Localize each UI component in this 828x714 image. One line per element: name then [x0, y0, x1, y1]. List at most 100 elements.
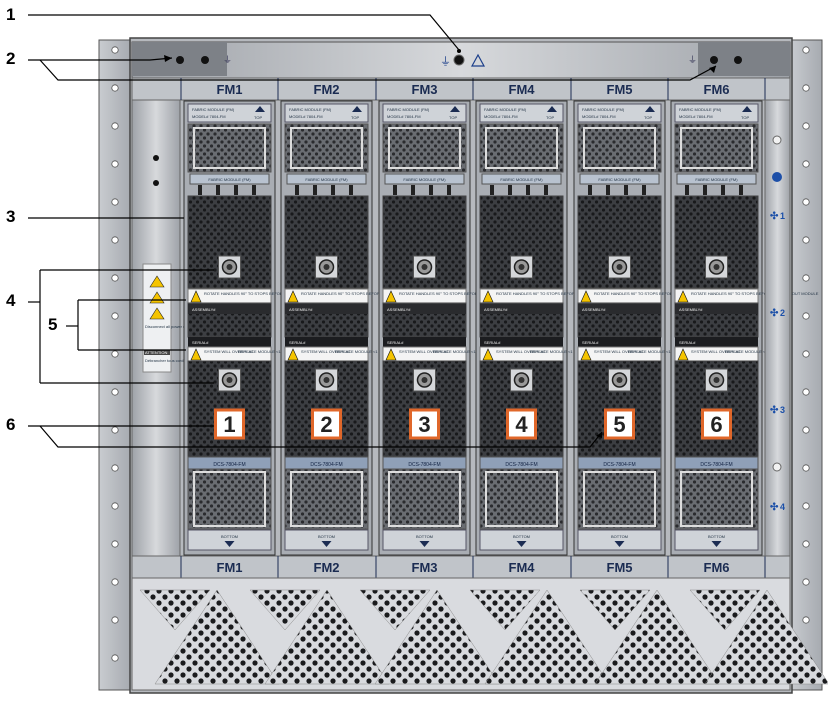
- rack-ear-hole: [802, 122, 810, 130]
- right-led-1: [772, 135, 782, 145]
- left-rack-ear: [98, 39, 132, 691]
- assembly-label: ASSEMBLY#: [289, 307, 313, 312]
- rack-ear-hole: [802, 312, 810, 320]
- module-top-label: FABRIC MODULE (FM): [484, 107, 527, 112]
- rack-ear-hole: [111, 160, 119, 168]
- latch-rib: [642, 185, 646, 195]
- rack-ear-hole: [802, 198, 810, 206]
- module-top-text: TOP: [741, 115, 749, 120]
- rack-ear-hole: [111, 274, 119, 282]
- slot-number: 5: [613, 412, 625, 437]
- latch-rib: [685, 185, 689, 195]
- slot-label-top: FM4: [509, 82, 536, 97]
- rack-ear-hole: [111, 122, 119, 130]
- latch-rib: [411, 185, 415, 195]
- slot-label-top: FM3: [412, 82, 438, 97]
- handle-label: DCS-7804-FM: [310, 462, 342, 468]
- rack-ear-hole: [111, 426, 119, 434]
- module-top-text: TOP: [449, 115, 457, 120]
- assembly-label: ASSEMBLY#: [484, 307, 508, 312]
- handle-label: DCS-7804-FM: [213, 462, 245, 468]
- latch-rib: [216, 185, 220, 195]
- serial-label: SERIAL#: [582, 340, 599, 345]
- latch-rib: [393, 185, 397, 195]
- rack-ear-hole: [802, 388, 810, 396]
- latch-rib: [721, 185, 725, 195]
- rack-ear-hole: [111, 350, 119, 358]
- slot-number: 1: [223, 412, 235, 437]
- rack-ear-hole: [111, 198, 119, 206]
- module-top-label: FABRIC MODULE (FM): [192, 107, 235, 112]
- latch-rib: [313, 185, 317, 195]
- slot-label-bottom: FM5: [607, 560, 633, 575]
- latch-rib: [331, 185, 335, 195]
- module-top-label: FABRIC MODULE (FM): [387, 107, 430, 112]
- rack-ear-hole: [802, 578, 810, 586]
- module-top-label: FABRIC MODULE (FM): [582, 107, 625, 112]
- rack-ear-hole: [802, 540, 810, 548]
- callout-1: 1: [6, 5, 16, 24]
- grounding-point: [453, 54, 465, 66]
- slot-label-bottom: FM6: [704, 560, 730, 575]
- ground-icon: ⏚: [440, 55, 451, 68]
- chassis-svg: ⏚ ⏚ ⏚ FM1 FM2 FM3 FM4 FM5 FM6 FM1 FM2 FM3 FM4 FM5…: [28, 14, 828, 694]
- handle-label: DCS-7804-FM: [408, 462, 440, 468]
- ground-symbol-right-icon: ⏚: [688, 55, 697, 65]
- right-fan-panel: [764, 99, 791, 557]
- latch-rib: [234, 185, 238, 195]
- serial-label: SERIAL#: [484, 340, 501, 345]
- callout-4: 4: [6, 291, 16, 310]
- latch-rib: [429, 185, 433, 195]
- right-rack-ear: [789, 39, 823, 691]
- chassis-diagram: ⏚ ⏚ ⏚ FM1 FM2 FM3 FM4 FM5 FM6 FM1 FM2 FM3 FM4 FM5…: [0, 0, 828, 709]
- module-model: MODEL# 7804-FM: [679, 114, 713, 119]
- module-top-text: TOP: [546, 115, 554, 120]
- filler-dot-2: [153, 180, 159, 186]
- module-model: MODEL# 7804-FM: [484, 114, 518, 119]
- slot-number: 2: [320, 412, 332, 437]
- module-top-text: TOP: [644, 115, 652, 120]
- latch-rib: [588, 185, 592, 195]
- latch-rib: [544, 185, 548, 195]
- latch-rib: [624, 185, 628, 195]
- slot-number: 4: [515, 412, 528, 437]
- module-bottom-text: BOTTOM: [513, 534, 530, 539]
- rack-ear-hole: [802, 464, 810, 472]
- rack-ear-hole: [111, 46, 119, 54]
- slot-label-bottom: FM1: [217, 560, 243, 575]
- slot-number: 6: [710, 412, 722, 437]
- fan-icon: ✣: [770, 405, 779, 416]
- rack-ear-hole: [111, 502, 119, 510]
- latch-rib: [198, 185, 202, 195]
- esd-jack-right-2: [734, 56, 742, 64]
- rack-ear-hole: [111, 540, 119, 548]
- module-mid-label: FABRIC MODULE (FM): [208, 177, 251, 182]
- module-bottom-text: BOTTOM: [611, 534, 628, 539]
- serial-label: SERIAL#: [387, 340, 404, 345]
- left-panel-attention: ATTENTION: [145, 350, 167, 355]
- latch-rib: [349, 185, 353, 195]
- right-status-led: [772, 172, 782, 182]
- fan-icon: ✣: [770, 502, 779, 513]
- callout-6: 6: [6, 415, 16, 434]
- module-bottom-text: BOTTOM: [708, 534, 725, 539]
- module-top-text: TOP: [254, 115, 262, 120]
- ground-symbol-left-icon: ⏚: [223, 55, 232, 65]
- module-mid-label: FABRIC MODULE (FM): [695, 177, 738, 182]
- rack-ear-hole: [111, 616, 119, 624]
- rack-ear-hole: [802, 426, 810, 434]
- handle-label: DCS-7804-FM: [700, 462, 732, 468]
- esd-jack-left-1: [176, 56, 184, 64]
- serial-label: SERIAL#: [192, 340, 209, 345]
- fan-label: 2: [780, 308, 785, 318]
- handle-label: DCS-7804-FM: [505, 462, 537, 468]
- latch-rib: [295, 185, 299, 195]
- warning-text: ROTATE HANDLES 90° TO STOPS BEFORE PULLI…: [691, 291, 819, 296]
- slot-label-top: FM5: [607, 82, 633, 97]
- callout-2: 2: [6, 49, 16, 68]
- handle-label: DCS-7804-FM: [603, 462, 635, 468]
- fan-label: 3: [780, 405, 785, 415]
- fan-icon: ✣: [770, 308, 779, 319]
- fan-icon: ✣: [770, 211, 779, 222]
- latch-rib: [606, 185, 610, 195]
